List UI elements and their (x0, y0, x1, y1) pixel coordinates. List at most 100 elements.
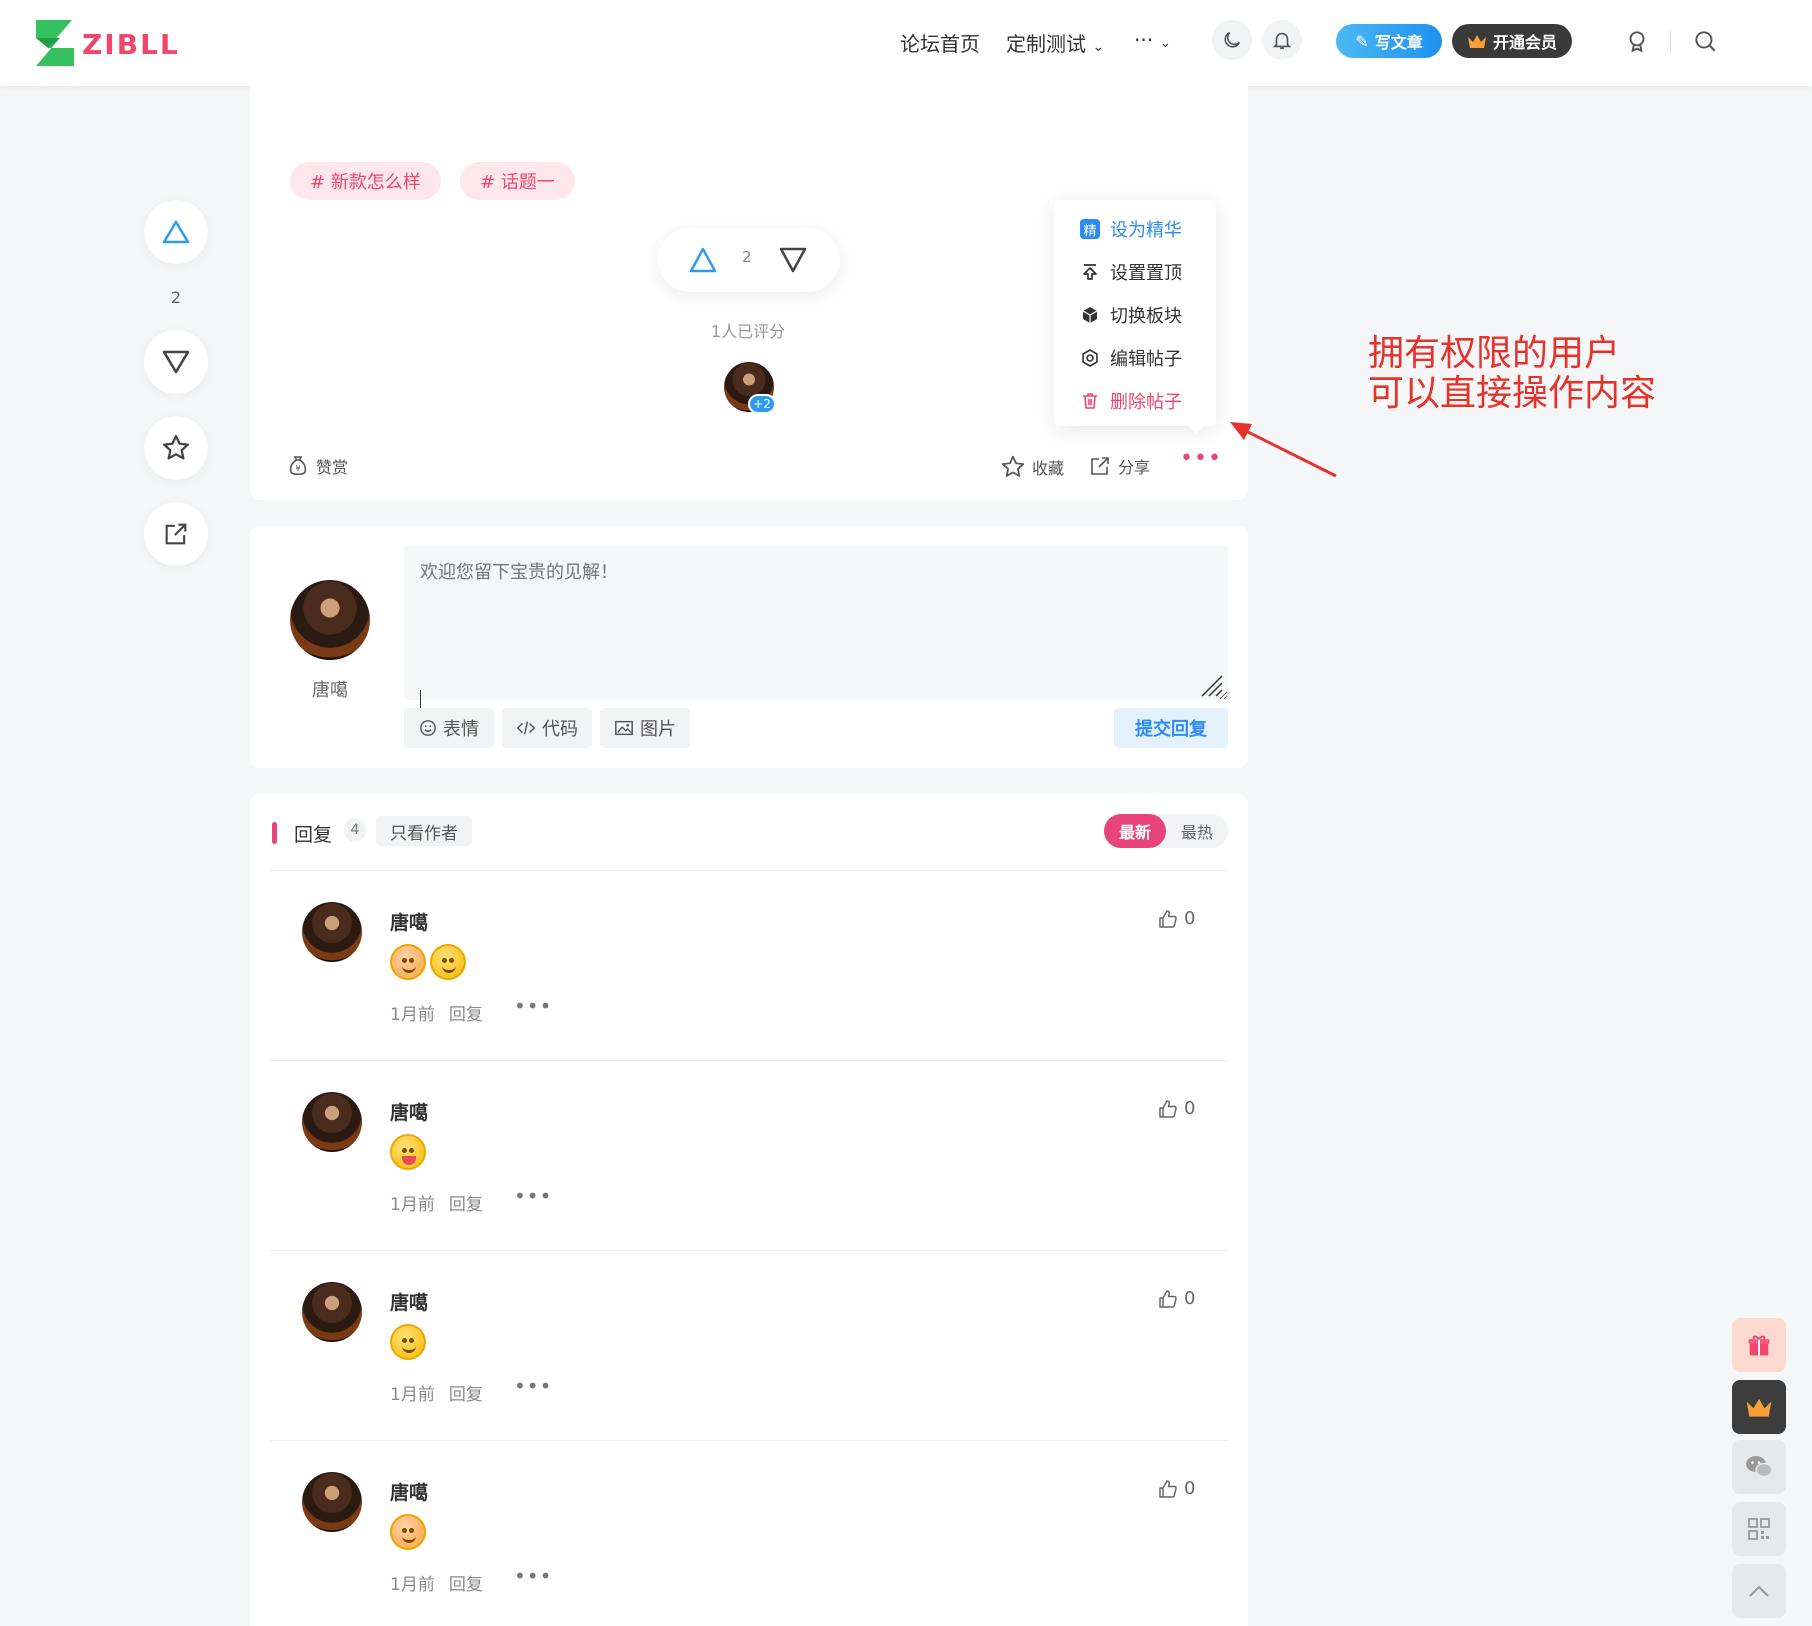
rail-favorite-button[interactable] (144, 416, 208, 480)
back-to-top-button[interactable] (1732, 1564, 1786, 1618)
topic-tag-one[interactable]: # 话题一 (460, 162, 575, 200)
reply-author-name[interactable]: 唐噶 (390, 1478, 428, 1505)
gear-icon (1082, 349, 1098, 367)
vip-float-button[interactable] (1732, 1380, 1786, 1434)
resize-handle-icon[interactable] (1198, 672, 1224, 698)
reply-avatar[interactable] (302, 1092, 362, 1152)
reply-avatar[interactable] (302, 1282, 362, 1342)
wechat-icon (1746, 1456, 1773, 1478)
share-button[interactable]: 分享 (1088, 454, 1150, 478)
reply-reply-button[interactable]: 回复 (449, 1380, 483, 1405)
rail-upvote-button[interactable] (144, 200, 208, 264)
reply-meta: 1月前 回复 (390, 1380, 483, 1405)
emoji-label: 表情 (443, 719, 479, 740)
nav-custom-test[interactable]: 定制测试 ⌄ (1006, 28, 1104, 57)
topic-tag-new[interactable]: # 新款怎么样 (290, 162, 441, 200)
code-button[interactable]: 代码 (502, 708, 592, 748)
switch-board-item[interactable]: 切换板块 (1080, 300, 1182, 330)
set-essence-item[interactable]: 精 设为精华 (1080, 214, 1182, 244)
comment-textarea[interactable] (404, 546, 1228, 700)
emoji-blush-icon: blush (390, 944, 426, 980)
reply-author-name[interactable]: 唐噶 (390, 908, 428, 935)
reply-like-count: 0 (1184, 1288, 1196, 1309)
switch-board-label: 切换板块 (1110, 306, 1182, 327)
sort-newest-button[interactable]: 最新 (1104, 814, 1166, 848)
section-accent-bar (272, 822, 277, 844)
gift-button[interactable] (1732, 1318, 1786, 1372)
reply-more-button[interactable]: ••• (514, 1184, 552, 1208)
reply-avatar[interactable] (302, 902, 362, 962)
reply-more-button[interactable]: ••• (514, 994, 552, 1018)
reply-reply-button[interactable]: 回复 (449, 1570, 483, 1595)
nav-more[interactable]: ··· ⌄ (1134, 28, 1171, 52)
delete-post-item[interactable]: 删除帖子 (1080, 386, 1182, 416)
header-divider (1670, 30, 1671, 52)
triangle-up-icon (162, 220, 190, 244)
reply-meta: 1月前 回复 (390, 1000, 483, 1025)
reply-avatar[interactable] (302, 1472, 362, 1532)
crown-icon (1467, 35, 1486, 48)
reply-reply-button[interactable]: 回复 (449, 1190, 483, 1215)
wechat-button[interactable] (1732, 1440, 1786, 1494)
reply-author-name[interactable]: 唐噶 (390, 1288, 428, 1315)
annotation-line-1: 拥有权限的用户 (1368, 333, 1621, 374)
emoji-tongue-icon: tongue (390, 1134, 426, 1170)
write-article-button[interactable]: ✎ 写文章 (1336, 24, 1442, 58)
post-admin-dropdown: 精 设为精华 设置置顶 切换板块 编辑帖子 删除帖子 (1054, 200, 1216, 434)
edit-post-item[interactable]: 编辑帖子 (1080, 343, 1182, 373)
dark-mode-button[interactable] (1212, 20, 1252, 60)
image-button[interactable]: 图片 (600, 708, 690, 748)
reply-like-button[interactable]: 0 (1158, 1288, 1195, 1309)
nav-forum-home[interactable]: 论坛首页 (900, 28, 980, 57)
emoji-button[interactable]: 表情 (404, 708, 494, 748)
reply-time: 1月前 (390, 1385, 435, 1405)
chevron-down-icon: ⌄ (1159, 35, 1172, 51)
rail-share-button[interactable] (144, 502, 208, 566)
more-actions-button[interactable]: ••• (1180, 446, 1222, 471)
user-icon[interactable] (1624, 28, 1650, 54)
replies-count-badge: 4 (344, 818, 366, 842)
reply-reply-button[interactable]: 回复 (449, 1000, 483, 1025)
sort-hottest-button[interactable]: 最热 (1166, 814, 1228, 848)
reply-more-button[interactable]: ••• (514, 1564, 552, 1588)
rail-vote-count: 2 (170, 288, 182, 307)
svg-text:ZIBLL: ZIBLL (82, 28, 180, 61)
reply-like-button[interactable]: 0 (1158, 908, 1195, 929)
favorite-label: 收藏 (1032, 459, 1065, 478)
replies-title: 回复 (294, 824, 333, 846)
open-vip-button[interactable]: 开通会员 (1452, 24, 1572, 58)
current-user-avatar[interactable] (290, 580, 370, 660)
thumbs-up-icon (1159, 1099, 1177, 1118)
cube-icon (1082, 307, 1098, 323)
search-icon[interactable] (1692, 28, 1718, 54)
reply-time: 1月前 (390, 1005, 435, 1025)
reply-author-name[interactable]: 唐噶 (390, 1098, 428, 1125)
author-only-button[interactable]: 只看作者 (376, 816, 472, 846)
triangle-up-icon[interactable] (688, 246, 718, 274)
reply-content: tongue (390, 1134, 426, 1170)
reply-like-button[interactable]: 0 (1158, 1478, 1195, 1499)
notification-button[interactable] (1262, 20, 1302, 60)
reply-item: 唐噶 smile 1月前 回复 ••• 0 (250, 1252, 1248, 1442)
qrcode-button[interactable] (1732, 1502, 1786, 1556)
emoji-blush-icon: blush (390, 1514, 426, 1550)
thumbs-up-icon (1159, 909, 1177, 928)
star-icon (1001, 455, 1025, 477)
zibll-logo[interactable]: ZIBLL (34, 18, 194, 68)
pencil-icon: ✎ (1355, 31, 1369, 51)
annotation-text: 拥有权限的用户 可以直接操作内容 (1368, 334, 1656, 414)
reply-like-count: 0 (1184, 908, 1196, 929)
reward-button[interactable]: ¥ 赞赏 (286, 454, 348, 478)
set-pin-top-item[interactable]: 设置置顶 (1080, 257, 1182, 287)
reply-more-button[interactable]: ••• (514, 1374, 552, 1398)
submit-reply-button[interactable]: 提交回复 (1114, 708, 1228, 748)
reply-content: smile (390, 1324, 426, 1360)
nav-more-label: ··· (1134, 28, 1154, 52)
rail-downvote-button[interactable] (144, 330, 208, 394)
reply-like-button[interactable]: 0 (1158, 1098, 1195, 1119)
more-raters-badge[interactable]: +2 (748, 394, 776, 414)
triangle-down-icon[interactable] (778, 246, 808, 274)
smile-icon (420, 720, 436, 736)
reply-item: 唐噶 blush 1月前 回复 ••• 0 (250, 1442, 1248, 1626)
favorite-button[interactable]: 收藏 (1000, 454, 1064, 480)
